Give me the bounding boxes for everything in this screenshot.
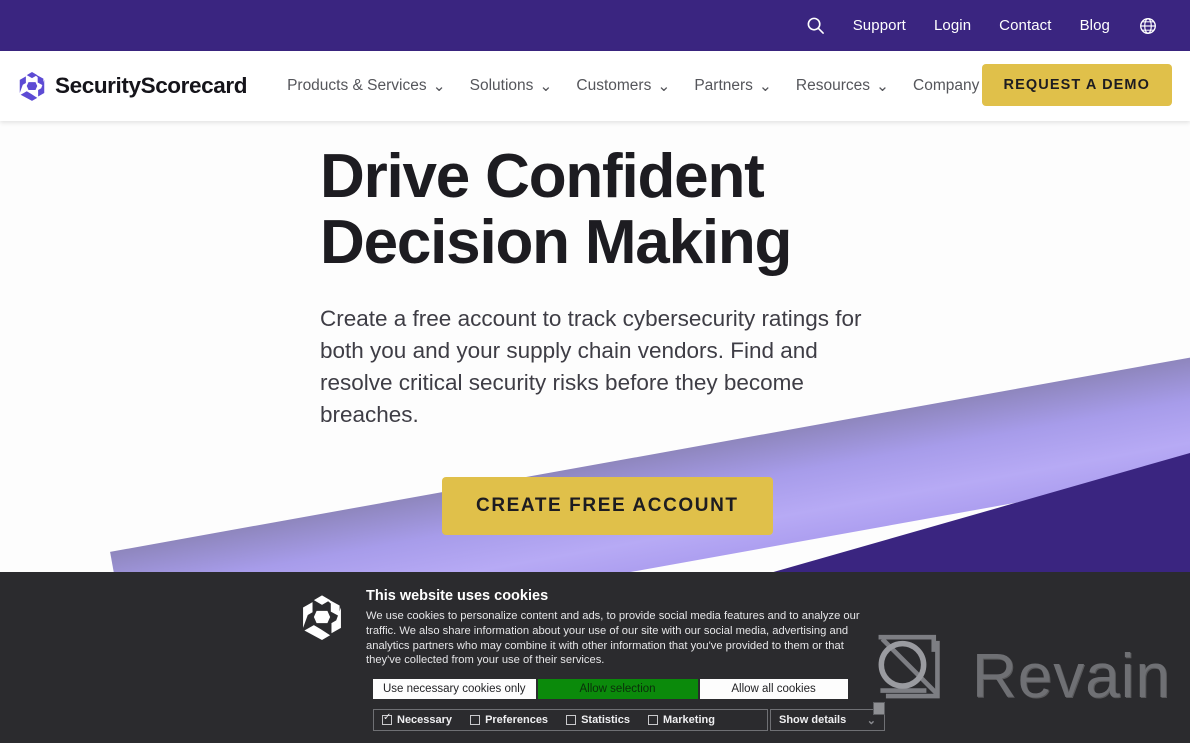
page-title: Drive Confident Decision Making <box>320 144 920 275</box>
show-details-label: Show details <box>779 714 847 726</box>
hero-subtitle: Create a free account to track cybersecu… <box>320 306 862 428</box>
globe-icon[interactable] <box>1124 0 1172 51</box>
nav-label: Solutions <box>469 77 534 94</box>
cookie-checkbox-label: Statistics <box>581 714 630 726</box>
hero-section: Drive Confident Decision Making Create a… <box>0 121 1190 573</box>
brand-name: SecurityScorecard <box>55 73 248 98</box>
checkbox-icon[interactable] <box>647 715 658 725</box>
chevron-down-icon: ⌄ <box>432 77 446 95</box>
search-icon[interactable] <box>792 0 839 51</box>
cookie-checkbox-necessary[interactable]: Necessary <box>382 712 453 726</box>
utility-link-support[interactable]: Support <box>839 0 920 51</box>
allow-all-cookies-button[interactable]: Allow all cookies <box>699 679 848 699</box>
nav-item-products-services[interactable]: Products & Services ⌄ <box>275 77 458 96</box>
main-nav: Products & Services ⌄ Solutions ⌄ Custom… <box>275 77 1010 96</box>
hero-title-line-1: Drive Confident <box>320 142 765 211</box>
chevron-down-icon: ⌄ <box>876 77 890 95</box>
chevron-down-icon: ⌄ <box>539 77 553 95</box>
brand-logo[interactable]: SecurityScorecard <box>18 71 247 101</box>
chevron-down-icon: ⌄ <box>657 77 671 95</box>
nav-item-partners[interactable]: Partners ⌄ <box>682 77 784 96</box>
cookie-banner-copy: This website uses cookies We use cookies… <box>366 588 878 668</box>
utility-link-contact[interactable]: Contact <box>985 0 1065 51</box>
hero-content: Drive Confident Decision Making Create a… <box>320 144 920 536</box>
cookie-checkbox-preferences[interactable]: Preferences <box>470 714 548 726</box>
securityscorecard-logo-icon <box>300 588 344 668</box>
chevron-down-icon: ⌄ <box>866 714 876 727</box>
hero-title-line-2: Decision Making <box>320 207 792 277</box>
request-demo-button[interactable]: REQUEST A DEMO <box>981 64 1172 106</box>
checkbox-icon[interactable] <box>566 715 577 725</box>
cookie-checkbox-marketing[interactable]: Marketing <box>647 714 715 726</box>
cookie-banner-title: This website uses cookies <box>366 588 549 604</box>
page-root: Support Login Contact Blog SecurityScore… <box>0 0 1190 743</box>
main-header: SecurityScorecard Products & Services ⌄ … <box>0 51 1190 121</box>
cookie-checkbox-label: Marketing <box>662 714 715 726</box>
nav-item-customers[interactable]: Customers ⌄ <box>564 77 682 96</box>
cookie-action-buttons: Use necessary cookies only Allow selecti… <box>373 679 848 699</box>
scrollbar-thumb[interactable] <box>873 702 885 715</box>
nav-label: Resources <box>795 77 871 94</box>
nav-label: Products & Services <box>287 77 427 94</box>
nav-label: Company <box>913 77 980 94</box>
cookie-checkbox-statistics[interactable]: Statistics <box>566 714 630 726</box>
cookie-banner-text: We use cookies to personalize content an… <box>366 610 860 667</box>
create-free-account-button[interactable]: CREATE FREE ACCOUNT <box>442 477 773 536</box>
allow-selection-button[interactable]: Allow selection <box>537 679 698 699</box>
cookie-checkbox-label: Preferences <box>485 714 549 726</box>
utility-link-login[interactable]: Login <box>920 0 985 51</box>
cookie-banner-header: This website uses cookies We use cookies… <box>0 572 1190 668</box>
use-necessary-cookies-only-button[interactable]: Use necessary cookies only <box>373 679 536 699</box>
nav-item-solutions[interactable]: Solutions ⌄ <box>458 77 565 96</box>
cookie-category-checkboxes: Necessary Preferences Statistics Marketi… <box>373 709 768 731</box>
show-details-toggle[interactable]: Show details ⌄ <box>770 709 885 731</box>
checkbox-checked-icon[interactable] <box>382 712 392 725</box>
chevron-down-icon: ⌄ <box>758 77 772 95</box>
nav-item-resources[interactable]: Resources ⌄ <box>784 77 901 96</box>
utility-link-blog[interactable]: Blog <box>1066 0 1124 51</box>
securityscorecard-logo-icon <box>18 71 46 101</box>
checkbox-icon[interactable] <box>470 715 481 725</box>
nav-label: Customers <box>576 77 652 94</box>
cookie-checkbox-label: Necessary <box>397 714 453 726</box>
utility-nav-bar: Support Login Contact Blog <box>0 0 1190 51</box>
cookie-consent-banner: This website uses cookies We use cookies… <box>0 572 1190 743</box>
nav-label: Partners <box>694 77 753 94</box>
cookie-options-row: Necessary Preferences Statistics Marketi… <box>373 709 885 731</box>
